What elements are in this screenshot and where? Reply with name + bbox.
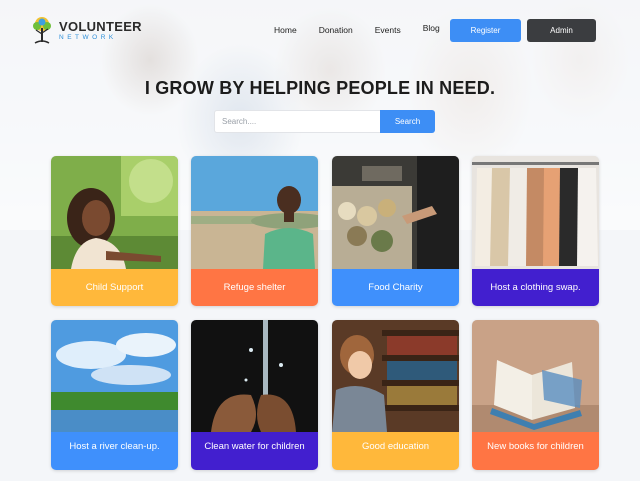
card-label: Refuge shelter [191,269,318,306]
nav-events-link[interactable]: Events [375,25,401,35]
clothes-rack-photo [472,156,599,269]
nav-donation-link[interactable]: Donation [319,25,353,35]
card-label: Child Support [51,269,178,306]
card-label: Host a river clean-up. [51,432,178,470]
food-market-photo [332,156,459,269]
search-input[interactable] [214,110,380,133]
card-good-education[interactable]: Good education [332,320,459,470]
card-clean-water[interactable]: Clean water for children [191,320,318,470]
card-child-support[interactable]: Child Support [51,156,178,306]
card-new-books[interactable]: New books for children [472,320,599,470]
boy-photo [191,156,318,269]
card-label: Good education [332,432,459,470]
books-photo [472,320,599,432]
child-photo [51,156,178,269]
search-button[interactable]: Search [380,110,435,133]
tree-logo-icon [30,16,54,46]
card-river-cleanup[interactable]: Host a river clean-up. [51,320,178,470]
nav-links: Home Donation Events Blog [274,23,462,35]
logo[interactable]: VOLUNTEER NETWORK [30,16,142,46]
logo-subtitle: NETWORK [59,34,117,42]
hero-headline: I GROW BY HELPING PEOPLE IN NEED. [144,78,496,98]
register-button[interactable]: Register [450,19,521,42]
river-photo [51,320,178,432]
card-label: Host a clothing swap. [472,269,599,306]
card-label: New books for children [472,432,599,470]
water-hands-photo [191,320,318,432]
library-boy-photo [332,320,459,432]
card-label: Food Charity [332,269,459,306]
admin-button[interactable]: Admin [527,19,596,42]
card-refuge-shelter[interactable]: Refuge shelter [191,156,318,306]
logo-title: VOLUNTEER [59,19,142,35]
search-bar: Search [214,110,435,133]
navbar: VOLUNTEER NETWORK Home Donation Events B… [0,0,640,60]
card-food-charity[interactable]: Food Charity [332,156,459,306]
nav-blog-link[interactable]: Blog [423,23,440,35]
card-clothing-swap[interactable]: Host a clothing swap. [472,156,599,306]
card-label: Clean water for children [191,432,318,470]
nav-home-link[interactable]: Home [274,25,297,35]
